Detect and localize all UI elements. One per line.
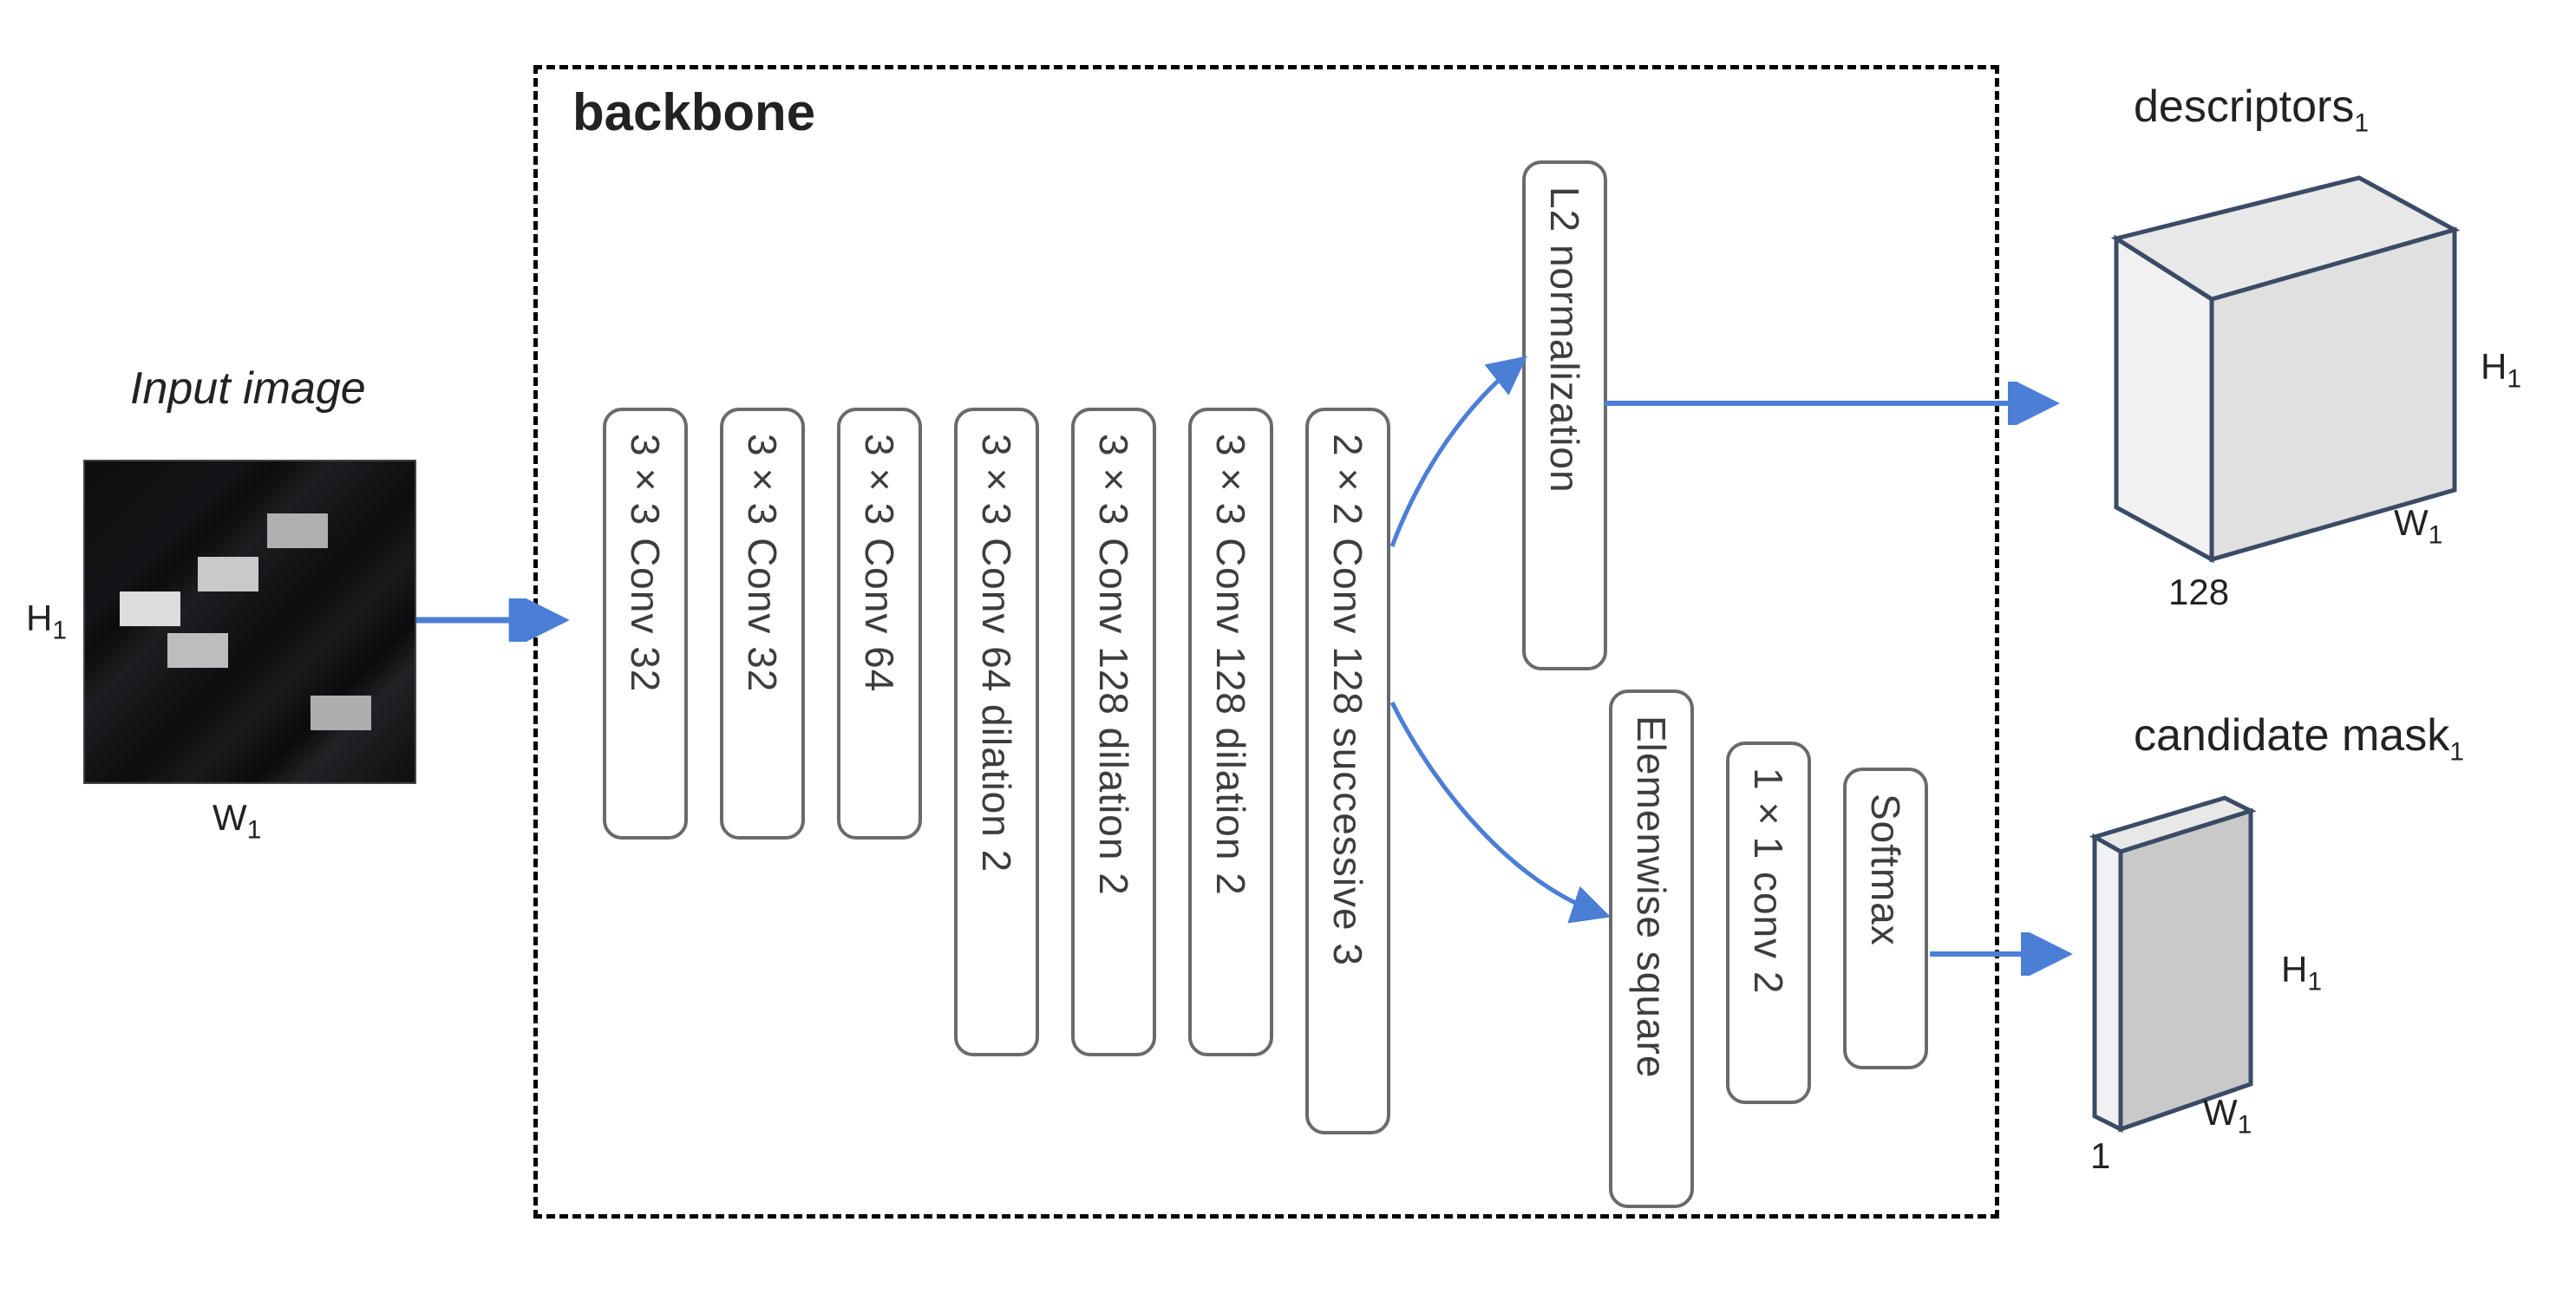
descriptors-title: descriptors1 (2134, 82, 2369, 137)
mask-depth-label: 1 (2090, 1136, 2110, 1176)
arrow-split-to-elemwise (1383, 694, 1626, 937)
arrow-input-to-backbone (416, 598, 572, 642)
layer-conv128-d2-2: 3×3 Conv 128 dilation 2 (1188, 408, 1273, 1056)
layer-conv128-succ3: 2×2 Conv 128 successive 3 (1305, 408, 1390, 1134)
mask-h-label: H1 (2281, 950, 2322, 996)
input-h-label: H1 (26, 598, 67, 644)
layer-conv32-2: 3×3 Conv 32 (720, 408, 805, 840)
layer-conv64-d2: 3×3 Conv 64 dilation 2 (954, 408, 1039, 1056)
descriptors-depth-label: 128 (2168, 572, 2229, 612)
layer-1x1-conv2: 1×1 conv 2 (1726, 742, 1811, 1104)
layer-conv128-d2-1: 3×3 Conv 128 dilation 2 (1071, 408, 1156, 1056)
input-title: Input image (130, 364, 366, 414)
descriptors-w-label: W1 (2394, 503, 2442, 549)
layer-conv64-1: 3×3 Conv 64 (837, 408, 922, 840)
layer-conv32-1: 3×3 Conv 32 (603, 408, 688, 840)
mask-w-label: W1 (2203, 1093, 2252, 1139)
backbone-title: backbone (572, 82, 815, 142)
arrow-l2-to-descriptors (1605, 382, 2064, 425)
descriptors-h-label: H1 (2481, 347, 2521, 393)
layer-softmax: Softmax (1843, 768, 1928, 1069)
mask-title: candidate mask1 (2134, 711, 2464, 766)
input-image (83, 460, 416, 784)
arrow-split-to-l2 (1383, 338, 1540, 555)
input-w-label: W1 (212, 798, 261, 844)
arrow-softmax-to-mask (1930, 932, 2077, 976)
